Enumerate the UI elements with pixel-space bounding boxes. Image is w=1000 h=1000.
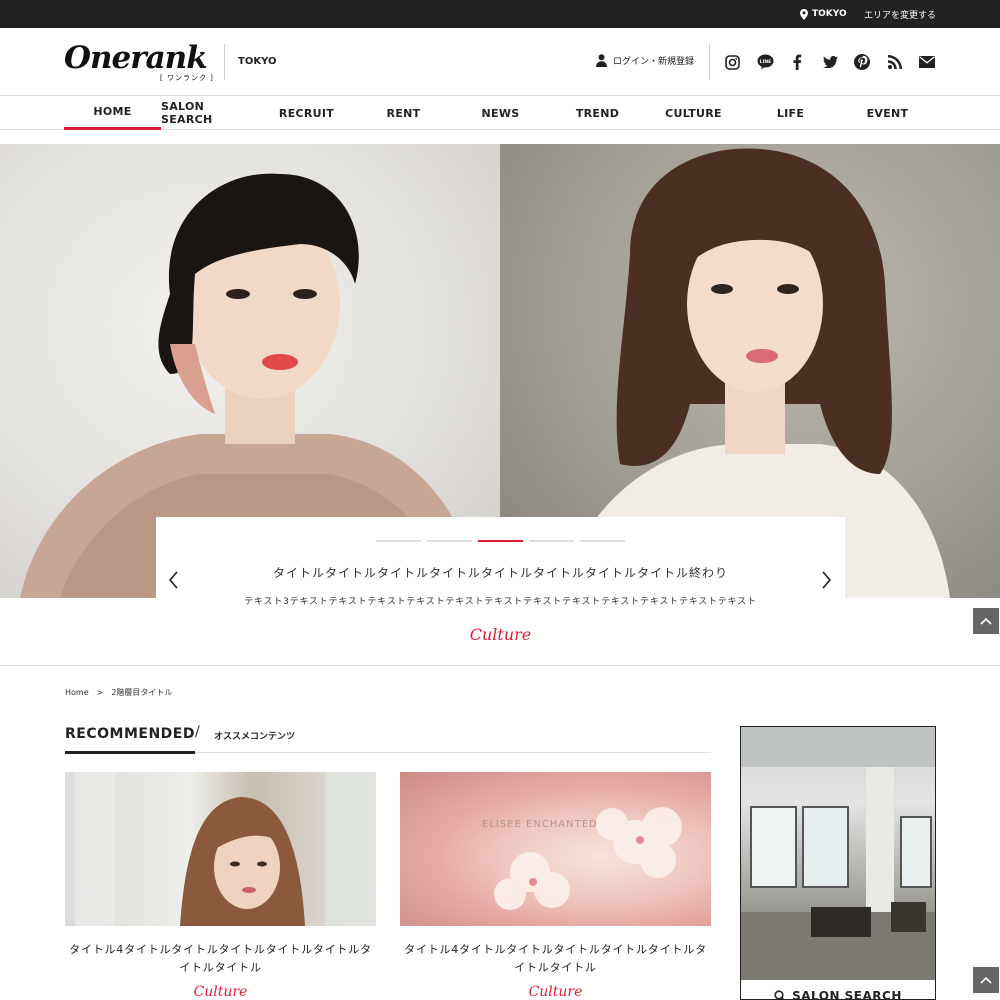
slider-dot[interactable] — [376, 540, 421, 542]
slider-dot[interactable] — [427, 540, 472, 542]
header-divider-2 — [709, 44, 710, 80]
article-thumbnail[interactable]: ELISEE ENCHANTED — [400, 772, 711, 926]
section-divider — [0, 665, 1000, 666]
slider-dot[interactable] — [580, 540, 625, 542]
line-icon[interactable]: LINE — [756, 53, 774, 71]
salon-interior-image — [741, 727, 935, 980]
section-subtitle: オススメコンテンツ — [214, 732, 296, 742]
nav-event[interactable]: EVENT — [839, 96, 936, 130]
article-title[interactable]: タイトル4タイトルタイトルタイトルタイトルタイトルタイトルタイトル — [65, 941, 376, 977]
location-indicator: TOKYO — [800, 8, 847, 20]
nav-recruit[interactable]: RECRUIT — [258, 96, 355, 130]
article-category[interactable]: Culture — [65, 984, 376, 1000]
hero-category[interactable]: Culture — [156, 625, 845, 644]
article-title[interactable]: タイトル4タイトルタイトルタイトルタイトルタイトルタイトルタイトル — [400, 941, 711, 977]
nav-trend[interactable]: TREND — [549, 96, 646, 130]
article-thumbnail[interactable] — [65, 772, 376, 926]
logo-kana: [ ワンランク ] — [160, 74, 214, 82]
section-rule-accent — [65, 751, 195, 754]
nav-rent[interactable]: RENT — [355, 96, 452, 130]
top-bar: TOKYO エリアを変更する — [0, 0, 1000, 28]
search-icon — [774, 990, 785, 999]
hero-caption-card[interactable]: タイトルタイトルタイトルタイトルタイトルタイトルタイトルタイトル終わり テキスト… — [156, 517, 845, 665]
nav-life[interactable]: LIFE — [742, 96, 839, 130]
chevron-right-icon — [822, 571, 832, 589]
hero-text: テキスト3テキストテキストテキストテキストテキストテキストテキストテキストテキス… — [244, 597, 757, 607]
banner-label: SALON SEARCH — [741, 989, 935, 1000]
breadcrumb: Home > 2階層目タイトル — [65, 687, 172, 698]
login-label: ログイン・新規登録 — [613, 57, 695, 67]
scroll-top-button[interactable] — [973, 608, 999, 634]
chevron-left-icon — [168, 571, 178, 589]
main-nav: HOME SALON SEARCH RECRUIT RENT NEWS TREN… — [0, 96, 1000, 130]
header-divider — [224, 44, 225, 80]
site-logo[interactable]: Onerank [ ワンランク ] — [64, 40, 214, 86]
location-label: TOKYO — [812, 9, 847, 19]
breadcrumb-current: 2階層目タイトル — [111, 688, 173, 697]
nav-home[interactable]: HOME — [64, 96, 161, 130]
hero-title: タイトルタイトルタイトルタイトルタイトルタイトルタイトルタイトル終わり — [272, 566, 728, 580]
logo-wordmark: Onerank — [64, 40, 208, 76]
breadcrumb-home[interactable]: Home — [65, 688, 89, 697]
mail-icon[interactable] — [918, 53, 936, 71]
slider-dot-active[interactable] — [478, 540, 523, 542]
nav-salon-search[interactable]: SALON SEARCH — [161, 96, 258, 130]
twitter-icon[interactable] — [821, 53, 839, 71]
facebook-icon[interactable] — [788, 53, 806, 71]
scroll-top-button-2[interactable] — [973, 967, 999, 993]
rss-icon[interactable] — [886, 53, 904, 71]
user-icon — [596, 54, 607, 67]
city-label: TOKYO — [238, 56, 277, 67]
nav-news[interactable]: NEWS — [452, 96, 549, 130]
banner-label-text: SALON SEARCH — [792, 989, 902, 1000]
image-watermark-text: ELISEE ENCHANTED — [482, 819, 598, 830]
slider-next-button[interactable] — [819, 570, 833, 590]
login-link[interactable]: ログイン・新規登録 — [596, 54, 694, 67]
site-header: Onerank [ ワンランク ] TOKYO ログイン・新規登録 LINE — [0, 28, 1000, 96]
svg-text:LINE: LINE — [759, 59, 770, 65]
chevron-up-icon — [980, 617, 992, 625]
instagram-icon[interactable] — [723, 53, 741, 71]
section-title: RECOMMENDED — [65, 726, 195, 742]
section-slash: / — [195, 724, 200, 740]
chevron-up-icon — [980, 976, 992, 984]
salon-search-banner[interactable]: SALON SEARCH — [740, 726, 936, 1000]
map-pin-icon — [800, 8, 808, 20]
article-category[interactable]: Culture — [400, 984, 711, 1000]
nav-culture[interactable]: CULTURE — [645, 96, 742, 130]
breadcrumb-separator: > — [96, 688, 104, 697]
slider-dots — [376, 540, 626, 543]
change-area-link[interactable]: エリアを変更する — [864, 8, 936, 21]
slider-prev-button[interactable] — [167, 570, 181, 590]
slider-dot[interactable] — [529, 540, 574, 542]
pinterest-icon[interactable] — [853, 53, 871, 71]
